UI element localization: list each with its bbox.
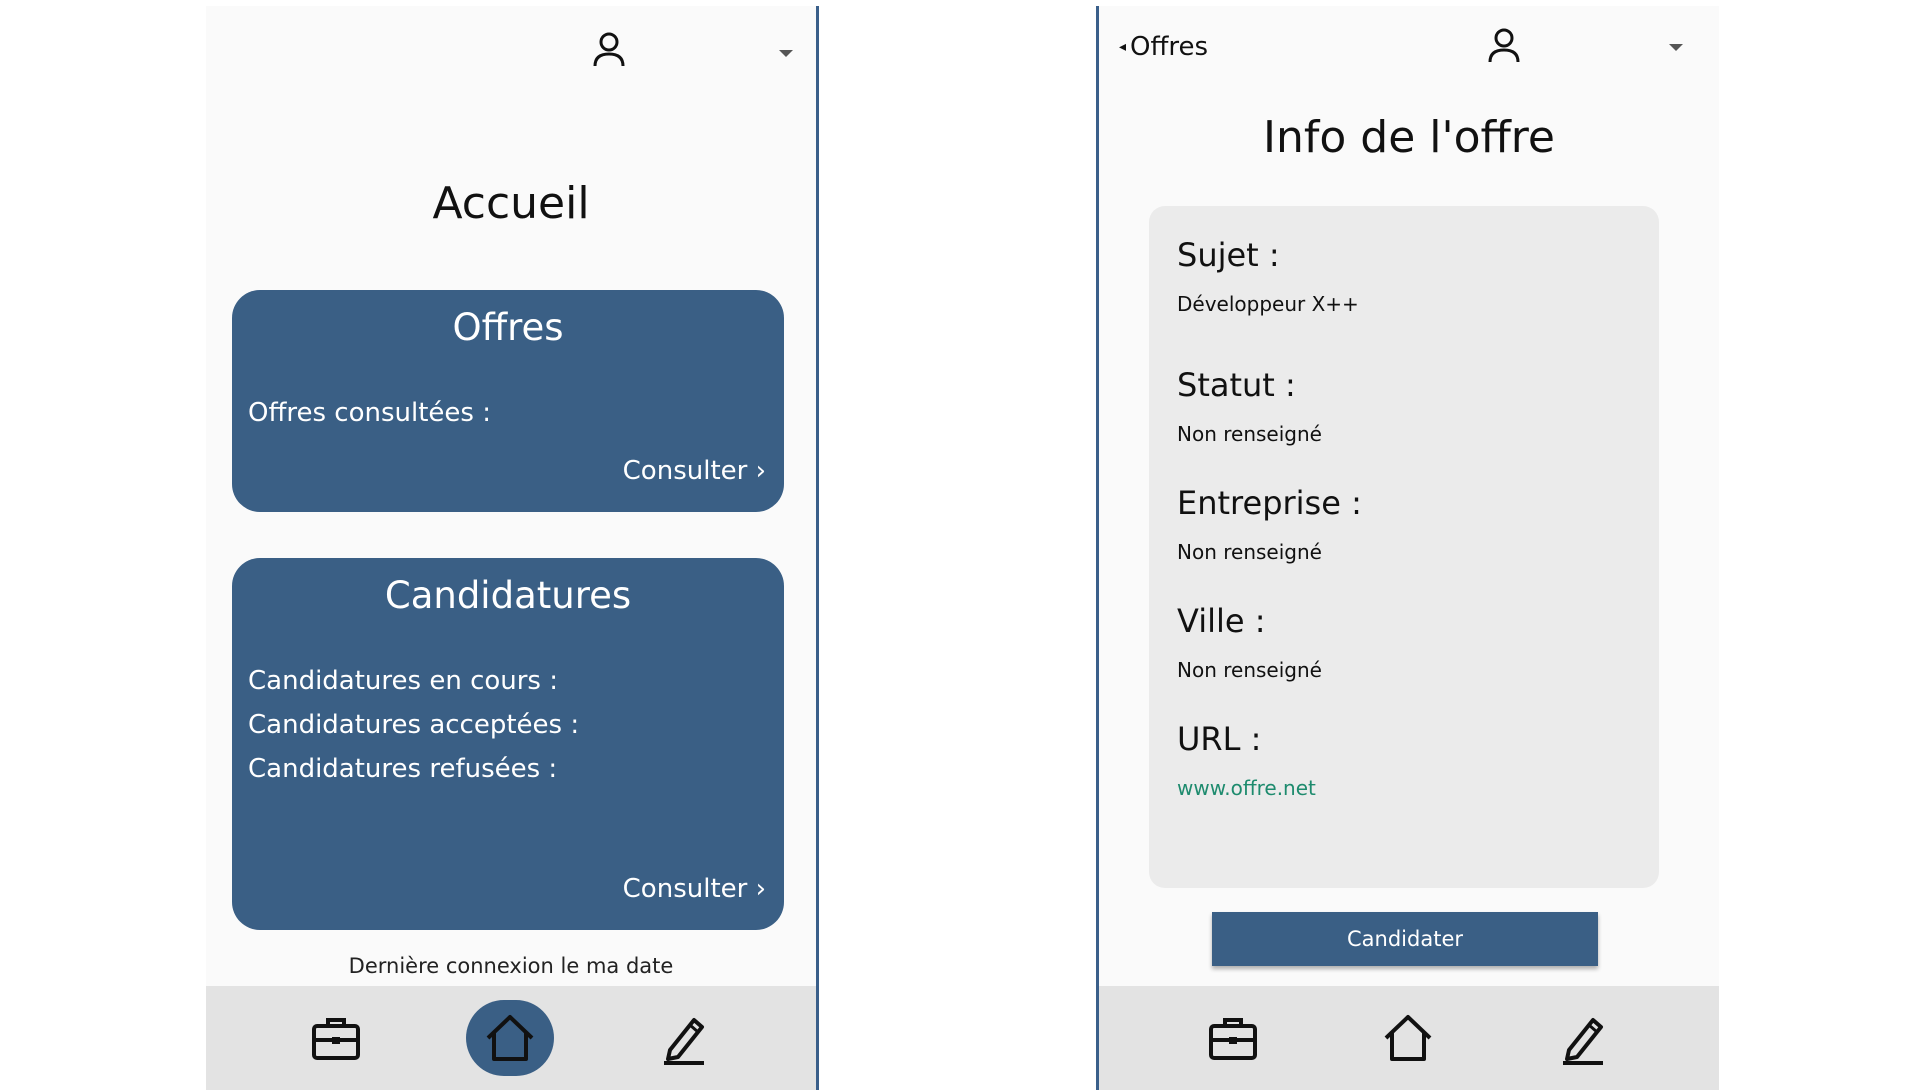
nav-candidatures-button[interactable] — [1539, 1000, 1627, 1076]
nav-home-button[interactable] — [466, 1000, 554, 1076]
page-title: Accueil — [432, 178, 590, 229]
entreprise-label: Entreprise : — [1177, 484, 1362, 522]
dropdown-caret-icon[interactable] — [779, 50, 793, 57]
offres-consultees-label: Offres consultées : — [248, 398, 491, 428]
nav-offres-button[interactable] — [292, 1000, 380, 1076]
candidatures-card: Candidatures Candidatures en cours : Can… — [232, 558, 784, 930]
page-title: Info de l'offre — [1263, 112, 1555, 163]
user-icon[interactable] — [590, 30, 628, 70]
offer-info-panel: Sujet : Développeur X++ Statut : Non ren… — [1149, 206, 1659, 888]
nav-candidatures-button[interactable] — [640, 1000, 728, 1076]
offres-card: Offres Offres consultées : Consulter › — [232, 290, 784, 512]
candidatures-acceptees-label: Candidatures acceptées : — [248, 710, 580, 740]
nav-offres-button[interactable] — [1189, 1000, 1277, 1076]
back-to-offres-link[interactable]: ◂ Offres — [1119, 32, 1208, 62]
offer-url-link[interactable]: www.offre.net — [1177, 776, 1316, 800]
ville-value: Non renseigné — [1177, 658, 1322, 682]
pencil-icon — [664, 1018, 704, 1065]
top-bar: ◂ Offres — [1099, 6, 1719, 96]
dropdown-caret-icon[interactable] — [1669, 44, 1683, 51]
briefcase-icon — [1209, 1018, 1257, 1060]
entreprise-value: Non renseigné — [1177, 540, 1322, 564]
nav-home-button[interactable] — [1364, 1000, 1452, 1076]
bottom-nav — [206, 986, 816, 1090]
bottom-nav — [1099, 986, 1719, 1090]
pencil-icon — [1563, 1018, 1603, 1065]
home-icon — [1384, 1015, 1432, 1061]
statut-value: Non renseigné — [1177, 422, 1322, 446]
consulter-candidatures-link[interactable]: Consulter › — [623, 874, 766, 904]
card-title: Candidatures — [384, 574, 632, 617]
candidatures-refusees-label: Candidatures refusées : — [248, 754, 558, 784]
top-bar — [206, 6, 816, 96]
consulter-offres-link[interactable]: Consulter › — [623, 456, 766, 486]
last-login-text: Dernière connexion le ma date — [348, 954, 674, 978]
url-label: URL : — [1177, 720, 1262, 758]
home-icon — [486, 1015, 534, 1061]
back-arrow-icon: ◂ — [1119, 39, 1127, 55]
candidatures-en-cours-label: Candidatures en cours : — [248, 666, 559, 696]
ville-label: Ville : — [1177, 602, 1266, 640]
statut-label: Statut : — [1177, 366, 1296, 404]
offer-info-screen: ◂ Offres Info de l'offre Sujet : Développ… — [1096, 6, 1719, 1090]
back-label: Offres — [1130, 32, 1209, 62]
sujet-label: Sujet : — [1177, 236, 1280, 274]
sujet-value: Développeur X++ — [1177, 292, 1359, 316]
briefcase-icon — [312, 1018, 360, 1060]
home-screen: Accueil Offres Offres consultées : Consu… — [206, 6, 819, 1090]
candidater-button[interactable]: Candidater — [1212, 912, 1598, 966]
card-title: Offres — [452, 306, 564, 349]
user-icon[interactable] — [1485, 26, 1523, 66]
